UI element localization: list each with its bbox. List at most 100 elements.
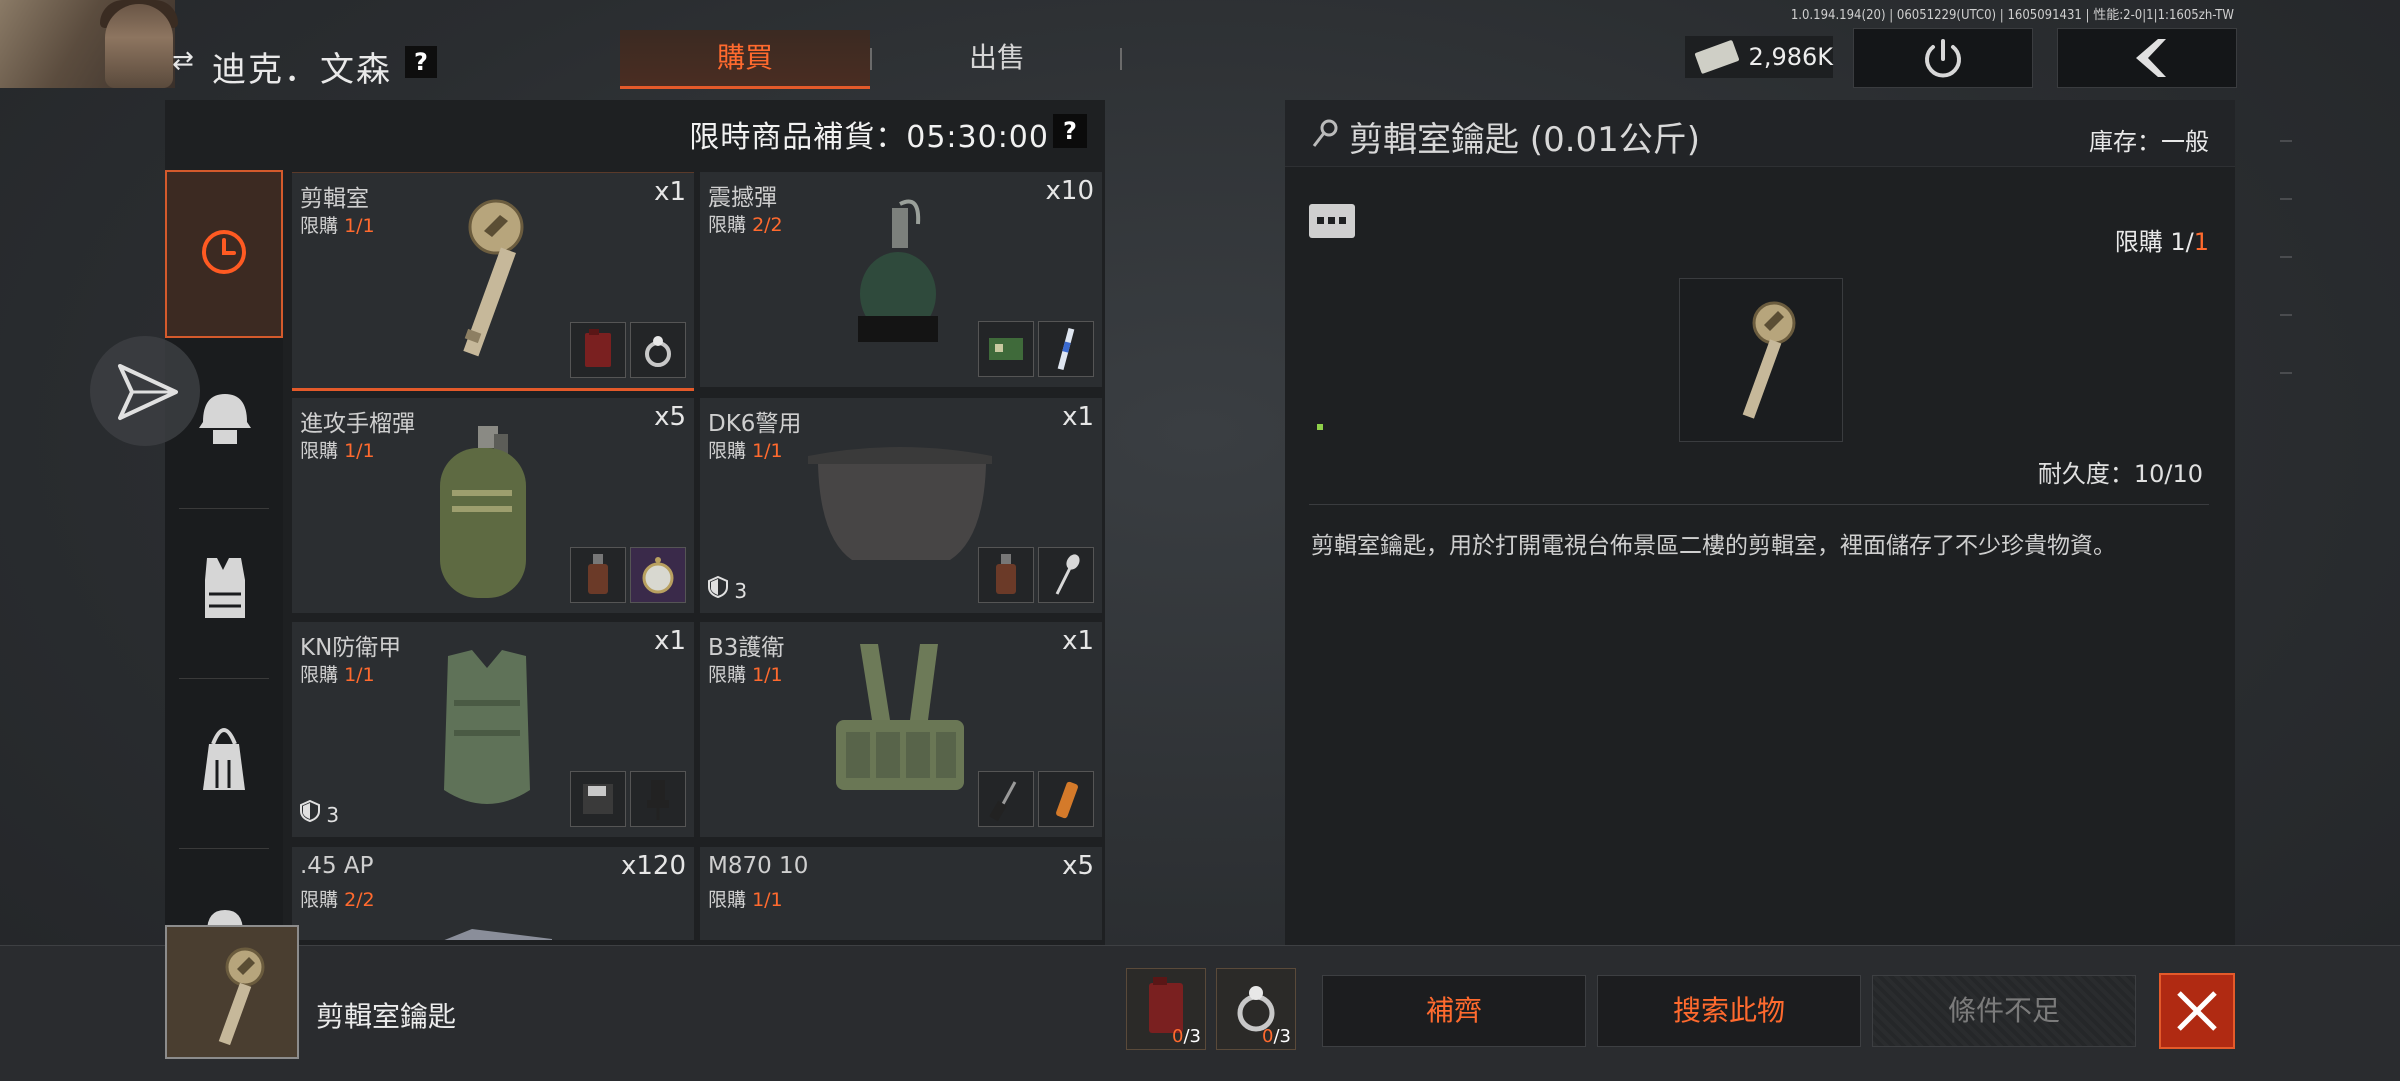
item-name: B3護衛 — [708, 635, 785, 661]
nav-backpacks[interactable] — [165, 680, 283, 848]
item-quantity: x1 — [654, 626, 686, 656]
player-name: 迪克．文森 — [212, 50, 392, 90]
armor-level: 3 — [708, 575, 748, 603]
key-small-icon — [1312, 119, 1338, 147]
item-limit: 限購 1/1 — [300, 660, 375, 687]
item-card-editing-room-key[interactable]: 剪輯室 限購 1/1 x1 — [292, 172, 694, 391]
tab-buy[interactable]: 購買 — [620, 30, 870, 89]
chair-icon — [647, 780, 669, 820]
bottle-icon — [996, 554, 1016, 594]
fuel-can-icon — [585, 329, 611, 367]
item-description: 剪輯室鑰匙，用於打開電視台佈景區二樓的剪輯室，裡面儲存了不少珍貴物資。 — [1311, 533, 2116, 559]
required-item-screwdriver[interactable] — [978, 771, 1034, 827]
required-item-pocket-watch[interactable] — [630, 547, 686, 603]
limit-label: 限購 — [708, 440, 747, 462]
material-slot-ring[interactable]: 0/3 — [1216, 968, 1296, 1050]
tab-sell[interactable]: 出售 — [872, 30, 1122, 86]
selected-item-name: 剪輯室鑰匙 — [316, 1000, 457, 1033]
nav-armor[interactable] — [165, 510, 283, 678]
chest-rig-icon — [836, 644, 964, 790]
key-icon — [1742, 301, 1796, 419]
bottle-icon — [588, 554, 608, 594]
detail-purchase-limit: 限購 1/1 — [2115, 222, 2209, 257]
item-name: DK6警用 — [708, 411, 802, 437]
side-decoration — [2280, 140, 2292, 430]
limit-value: 2/2 — [752, 214, 783, 236]
help-icon[interactable]: ? — [405, 46, 437, 78]
item-limit: 限購 1/1 — [708, 436, 783, 463]
search-item-button[interactable]: 搜索此物 — [1597, 975, 1861, 1047]
item-card-kn-armor[interactable]: KN防衛甲 限購 1/1 x1 3 — [292, 622, 694, 837]
back-button[interactable] — [2057, 28, 2237, 88]
item-limit: 限購 1/1 — [708, 660, 783, 687]
item-quantity: x5 — [1062, 851, 1094, 881]
close-icon — [2177, 991, 2217, 1031]
power-button[interactable] — [1853, 28, 2033, 88]
required-item-syringe[interactable] — [1038, 321, 1094, 377]
currency-display: 2,986K — [1685, 36, 1833, 78]
supply-button[interactable]: 補齊 — [1322, 975, 1586, 1047]
face-shield-icon — [808, 447, 992, 560]
item-card-m870[interactable]: M870 10 限購 1/1 x5 — [700, 847, 1102, 940]
limit-label: 限購 — [300, 440, 339, 462]
offensive-grenade-icon — [440, 426, 526, 598]
item-card-stun-grenade[interactable]: 震撼彈 限購 2/2 x10 — [700, 172, 1102, 387]
floating-send-button[interactable] — [90, 336, 200, 446]
detail-header: 剪輯室鑰匙 (0.01公斤) 庫存：一般 — [1285, 100, 2235, 167]
item-card-45-ap[interactable]: .45 AP 限購 2/2 x120 — [292, 847, 694, 940]
limit-value: 1/1 — [344, 664, 375, 686]
nav-divider — [179, 848, 269, 849]
stock-status: 庫存：一般 — [2089, 128, 2209, 156]
required-item-bottle[interactable] — [978, 547, 1034, 603]
circuit-board-icon — [989, 338, 1023, 360]
required-item-bottle[interactable] — [570, 547, 626, 603]
required-item-spoon[interactable] — [1038, 547, 1094, 603]
material-have: 0 — [1262, 1026, 1274, 1047]
currency-amount: 2,986K — [1748, 43, 1833, 71]
switch-character-icon[interactable]: ⇄ — [172, 48, 198, 74]
item-quantity: x1 — [654, 177, 686, 207]
close-button[interactable] — [2159, 973, 2235, 1049]
player-portrait[interactable] — [0, 0, 178, 88]
limit-label: 限購 — [708, 664, 747, 686]
item-card-offensive-grenade[interactable]: 進攻手榴彈 限購 1/1 x5 — [292, 398, 694, 613]
armor-level: 3 — [300, 799, 339, 827]
limit-label: 限購 — [300, 215, 339, 237]
restock-help-icon[interactable]: ? — [1053, 114, 1087, 148]
item-card-b3-guard[interactable]: B3護衛 限購 1/1 x1 — [700, 622, 1102, 837]
item-limit: 限購 1/1 — [708, 885, 783, 912]
material-slot-fuel-can[interactable]: 0/3 — [1126, 968, 1206, 1050]
limit-value: 2/2 — [344, 889, 375, 911]
limit-label: 限購 — [708, 889, 747, 911]
backpack-icon — [203, 728, 245, 790]
category-nav — [165, 170, 283, 945]
restock-timer: 限時商品補貨：05:30:00 — [689, 120, 1049, 155]
armor-value: 3 — [734, 579, 748, 603]
required-item-ring[interactable] — [630, 322, 686, 378]
required-item-fuel-can[interactable] — [570, 322, 626, 378]
floppy-icon — [583, 784, 613, 814]
more-options-button[interactable] — [1309, 204, 1355, 238]
limit-label: 限購 — [2114, 228, 2163, 256]
more-dots-icon — [1317, 217, 1346, 224]
armor-vest-icon — [444, 650, 530, 804]
ammo-box-icon — [444, 929, 552, 940]
portrait-face — [105, 4, 173, 88]
status-dot — [1317, 424, 1323, 430]
item-quantity: x10 — [1045, 176, 1094, 206]
limit-max: 1 — [2193, 228, 2209, 256]
send-icon — [118, 364, 178, 420]
required-item-lighter[interactable] — [1038, 771, 1094, 827]
nav-limited-time[interactable] — [165, 170, 283, 338]
required-item-floppy[interactable] — [570, 771, 626, 827]
selected-item-thumbnail[interactable] — [165, 925, 299, 1059]
purchase-button-disabled[interactable]: 條件不足 — [1872, 975, 2136, 1047]
item-name: 剪輯室 — [300, 186, 369, 212]
item-name: KN防衛甲 — [300, 635, 402, 661]
item-card-dk6-police[interactable]: DK6警用 限購 1/1 x1 3 — [700, 398, 1102, 613]
required-item-chair[interactable] — [630, 771, 686, 827]
nav-divider — [179, 678, 269, 679]
limit-value: 1/1 — [752, 664, 783, 686]
item-limit: 限購 1/1 — [300, 211, 375, 238]
required-item-circuit-board[interactable] — [978, 321, 1034, 377]
